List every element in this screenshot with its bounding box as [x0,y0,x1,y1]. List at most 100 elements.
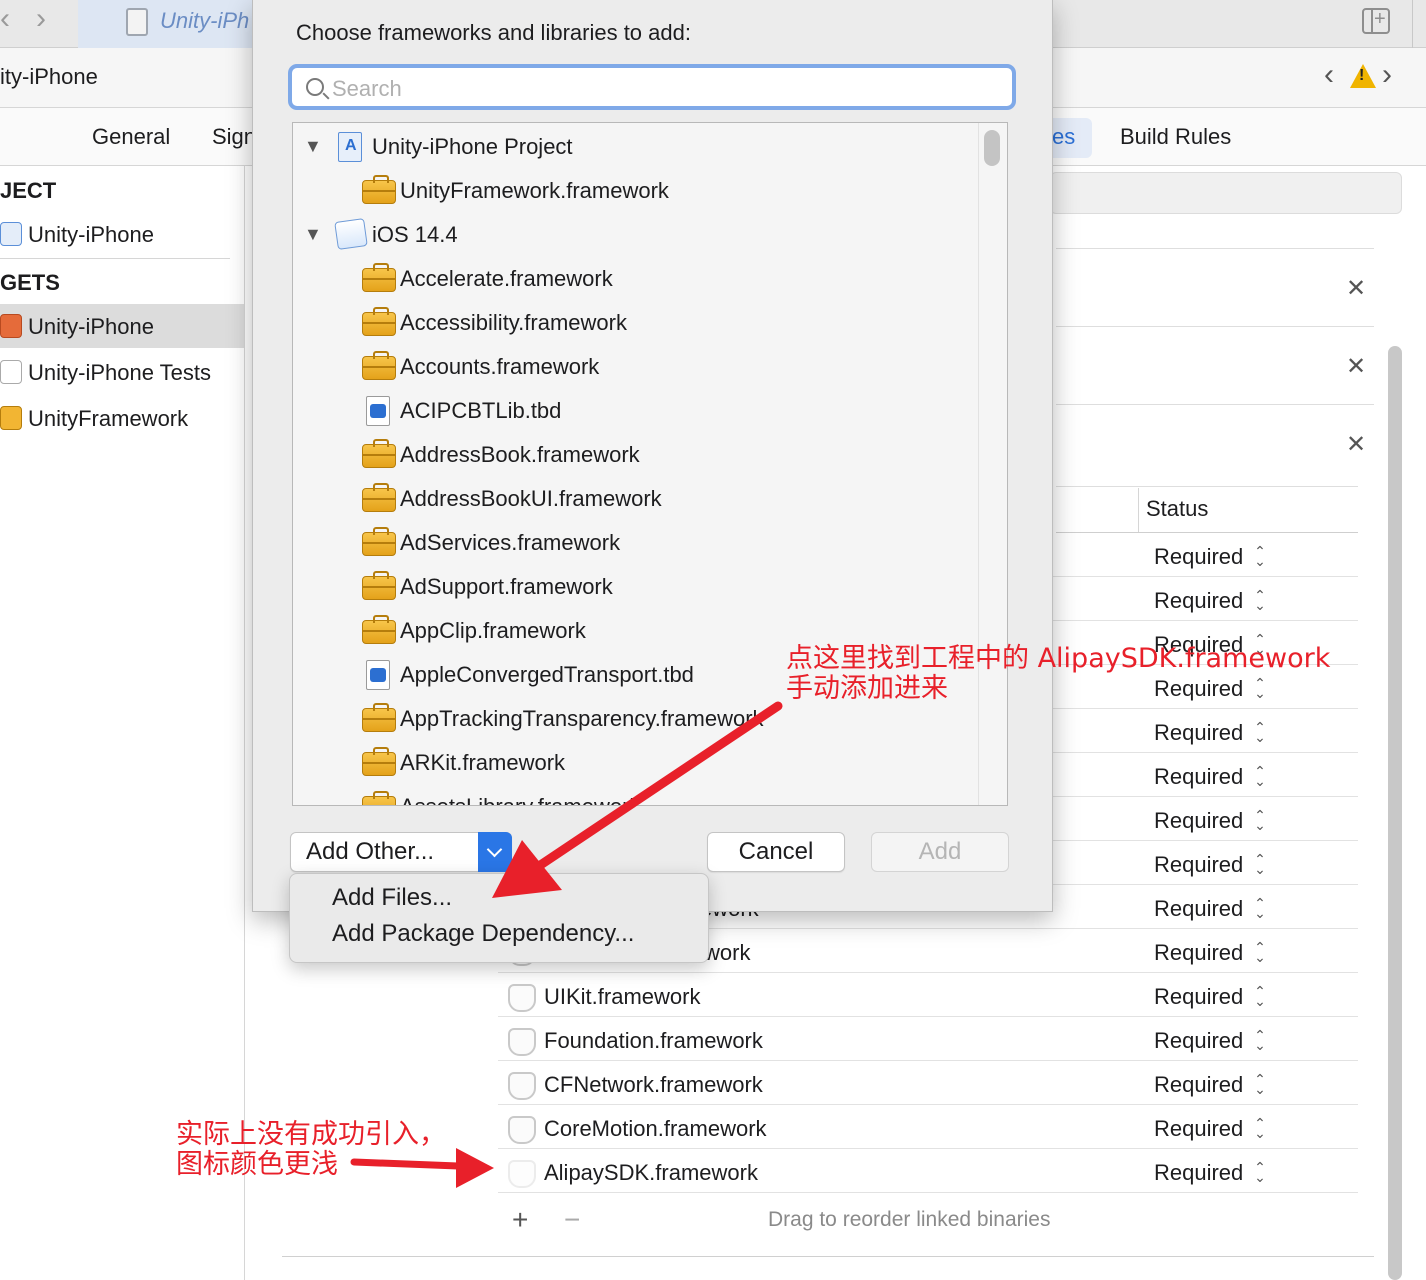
framework-icon [508,1072,536,1100]
sheet-title: Choose frameworks and libraries to add: [296,20,691,45]
issue-back-icon[interactable]: ‹ [1324,58,1334,92]
stepper-icon[interactable]: ⌃ ⌄ [1252,896,1268,920]
status-value[interactable]: Required [1154,984,1243,1010]
stepper-icon[interactable]: ⌃ ⌄ [1252,544,1268,568]
menu-item-add-files[interactable]: Add Files... [332,884,452,912]
sidebar-divider [0,258,230,259]
list-scroll-track [978,123,979,805]
row-divider [498,1060,1358,1061]
jump-bar-title[interactable]: ity-iPhone [0,64,98,90]
row-divider [498,1016,1358,1017]
stepper-icon[interactable]: ⌃ ⌄ [1252,1160,1268,1184]
sidebar-item-project[interactable]: Unity-iPhone [28,222,154,248]
list-scrollbar[interactable] [984,130,1000,166]
framework-icon [508,1028,536,1056]
library-name[interactable]: CoreMotion.framework [544,1116,767,1142]
project-section-header: JECT [0,178,57,203]
sidebar-item-tests[interactable]: Unity-iPhone Tests [28,360,211,386]
status-value[interactable]: Required [1154,588,1243,614]
framework-icon [508,1116,536,1144]
library-name-partial: work [704,940,751,965]
tab-signing[interactable]: Sign [212,124,256,150]
add-editor-icon[interactable] [1362,8,1390,34]
targets-section-header: GETS [0,270,60,295]
status-value[interactable]: Required [1154,764,1243,790]
table-top-line [1056,486,1358,487]
status-value[interactable]: Required [1154,1028,1243,1054]
file-tab-label: Unity-iPh [160,8,250,33]
close-phase-icon[interactable]: ✕ [1346,352,1366,381]
framework-target-icon [0,406,22,430]
annotation-arrowhead-bottom [456,1148,494,1188]
row-divider [498,1148,1358,1149]
forward-chevron-icon[interactable]: › [36,2,46,36]
menu-item-add-package[interactable]: Add Package Dependency... [332,920,634,948]
phase-divider [1056,248,1374,249]
drag-hint: Drag to reorder linked binaries [768,1208,1051,1231]
add-other-label: Add Other... [306,838,435,865]
row-divider [498,1192,1358,1193]
framework-item[interactable]: AssetsLibrary.framework [400,794,640,805]
sidebar-item-framework[interactable]: UnityFramework [28,406,188,432]
warning-mark: ! [1359,67,1365,84]
close-phase-icon[interactable]: ✕ [1346,430,1366,459]
status-value[interactable]: Required [1154,1072,1243,1098]
project-icon [0,222,22,246]
phase-divider [1056,404,1374,405]
add-other-dropdown-icon[interactable] [478,832,512,872]
tab-general[interactable]: General [92,124,170,150]
status-value[interactable]: Required [1154,896,1243,922]
stepper-icon[interactable]: ⌃ ⌄ [1252,808,1268,832]
tab-build-phases-label: es [1052,124,1076,149]
status-value[interactable]: Required [1154,1160,1243,1186]
annotation-bottom-line2: 图标颜色更浅 [176,1149,338,1180]
framework-icon [508,984,536,1012]
row-divider [498,972,1358,973]
stepper-icon[interactable]: ⌃ ⌄ [1252,1072,1268,1096]
test-target-icon [0,360,22,384]
row-divider [498,1104,1358,1105]
phase-divider [1056,326,1374,327]
back-chevron-icon[interactable]: ‹ [0,2,10,36]
stepper-icon[interactable]: ⌃ ⌄ [1252,1116,1268,1140]
project-file-icon [126,8,148,36]
close-phase-icon[interactable]: ✕ [1346,274,1366,303]
table-header-line [1056,532,1358,533]
stepper-icon[interactable]: ⌃ ⌄ [1252,852,1268,876]
status-value[interactable]: Required [1154,852,1243,878]
library-name[interactable]: AlipaySDK.framework [544,1160,758,1186]
status-value[interactable]: Required [1154,544,1243,570]
add-library-icon[interactable]: + [512,1204,528,1236]
library-name[interactable]: Foundation.framework [544,1028,763,1054]
remove-library-icon[interactable]: − [564,1204,580,1236]
stepper-icon[interactable]: ⌃ ⌄ [1252,940,1268,964]
cancel-button[interactable]: Cancel [707,832,845,872]
status-value[interactable]: Required [1154,1116,1243,1142]
stepper-icon[interactable]: ⌃ ⌄ [1252,1028,1268,1052]
status-value[interactable]: Required [1154,940,1243,966]
status-value[interactable]: Required [1154,676,1243,702]
tab-build-rules[interactable]: Build Rules [1120,124,1231,150]
status-column-label: Status [1146,496,1209,521]
section-bottom-line [282,1256,1374,1257]
search-icon [306,78,324,96]
sidebar-item-target[interactable]: Unity-iPhone [28,314,154,340]
annotation-top-line2: 手动添加进来 [786,673,948,704]
stepper-icon[interactable]: ⌃ ⌄ [1252,720,1268,744]
library-name[interactable]: UIKit.framework [544,984,700,1010]
content-scrollbar[interactable] [1388,346,1402,1280]
stepper-icon[interactable]: ⌃ ⌄ [1252,764,1268,788]
issue-forward-icon[interactable]: › [1382,58,1392,92]
status-value[interactable]: Required [1154,808,1243,834]
stepper-icon[interactable]: ⌃ ⌄ [1252,588,1268,612]
app-target-icon [0,314,22,338]
toolbox-icon [362,791,396,805]
stepper-icon[interactable]: ⌃ ⌄ [1252,676,1268,700]
library-name[interactable]: CFNetwork.framework [544,1072,763,1098]
stepper-icon[interactable]: ⌃ ⌄ [1252,984,1268,1008]
search-input[interactable] [332,75,992,103]
status-value[interactable]: Required [1154,720,1243,746]
add-button[interactable]: Add [871,832,1009,872]
tab-divider [1412,0,1413,48]
phase-filter-field[interactable] [1050,172,1402,214]
